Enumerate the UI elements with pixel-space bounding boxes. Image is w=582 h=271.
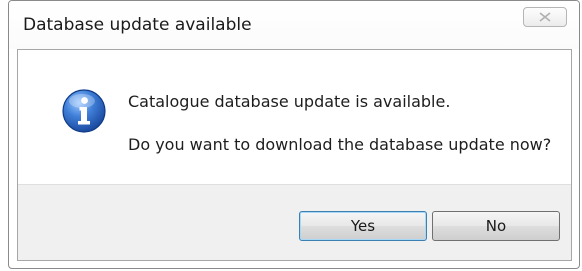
button-bar: Yes No <box>18 184 571 260</box>
yes-button[interactable]: Yes <box>299 211 427 241</box>
dialog-window: Database update available Catalogue data… <box>8 0 580 269</box>
dialog-title: Database update available <box>23 15 252 35</box>
no-button[interactable]: No <box>432 211 560 241</box>
message-line-1: Catalogue database update is available. <box>128 92 451 111</box>
information-icon <box>62 89 106 133</box>
dialog-content: Catalogue database update is available. … <box>17 49 572 261</box>
close-button[interactable] <box>523 7 567 27</box>
title-bar: Database update available <box>9 1 579 49</box>
message-line-2: Do you want to download the database upd… <box>128 135 552 154</box>
close-icon <box>539 12 551 22</box>
